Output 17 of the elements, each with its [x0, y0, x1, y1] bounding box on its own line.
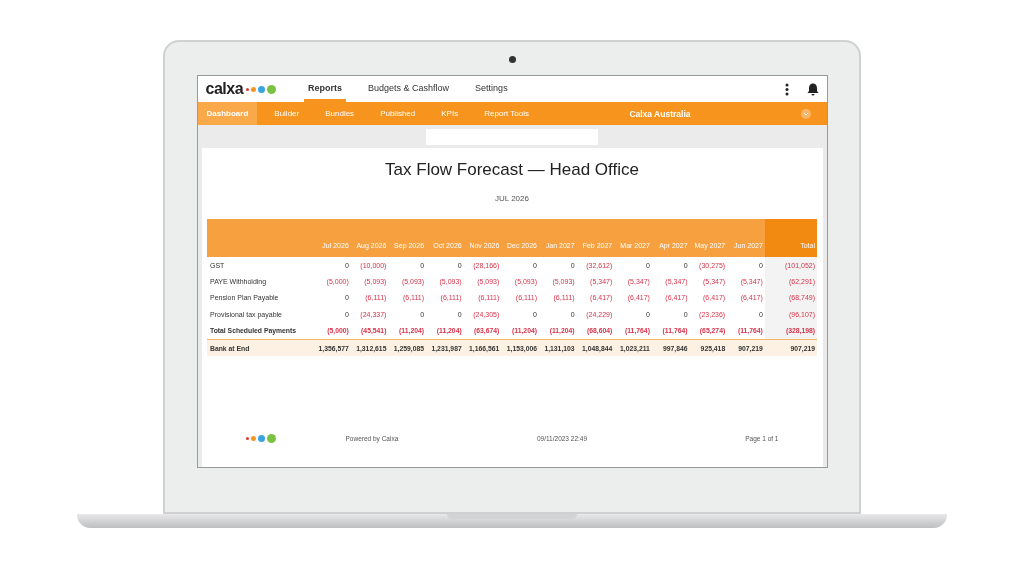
bell-icon[interactable] — [806, 82, 819, 96]
calxa-dots-icon — [245, 434, 276, 443]
subnav-tab[interactable]: Dashboard — [197, 102, 258, 125]
subnav-tab[interactable]: Builder — [265, 102, 309, 125]
report-title: Tax Flow Forecast — Head Office — [385, 160, 639, 180]
more-icon[interactable] — [784, 82, 789, 96]
subnav-tab[interactable]: Bundles — [316, 102, 364, 125]
logo-dots-icon — [246, 84, 277, 94]
subnav-tab[interactable]: KPIs — [432, 102, 468, 125]
report-period: JUL 2026 — [495, 194, 529, 203]
camera-icon — [509, 56, 516, 63]
nav-tab[interactable]: Settings — [471, 76, 512, 102]
logo: calxa — [205, 80, 244, 98]
organisation-name: Calxa Australia — [629, 108, 691, 119]
subnav-tab[interactable]: Report Tools — [475, 102, 538, 125]
nav-tab[interactable]: Budgets & Cashflow — [364, 76, 454, 102]
subnav-tab[interactable]: Published — [371, 102, 425, 125]
